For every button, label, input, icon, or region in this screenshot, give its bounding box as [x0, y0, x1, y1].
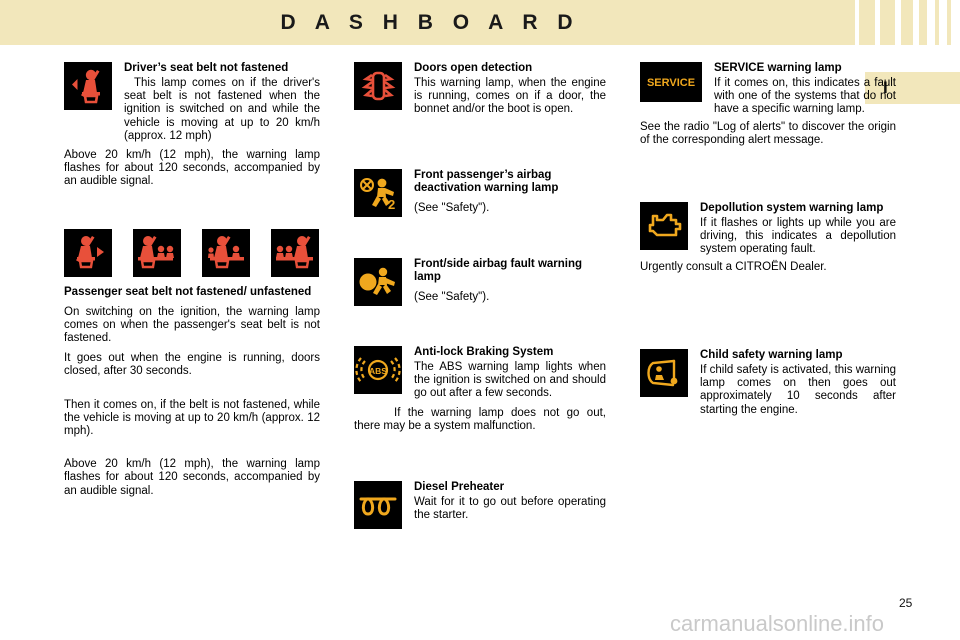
page-title: D A S H B O A R D [280, 10, 580, 34]
service-heading: SERVICE warning lamp [714, 62, 842, 74]
driver-belt-heading: Driver’s seat belt not fastened [124, 62, 289, 74]
driver-belt-para-1: This lamp comes on if the driver's seat … [124, 77, 320, 142]
depollution-heading: Depollution system warning lamp [700, 202, 884, 214]
column-1: Driver’s seat belt not fastened This lam… [64, 62, 320, 498]
passenger-airbag-deactivation-para-1: (See "Safety"). [414, 202, 490, 214]
child-safety-heading: Child safety warning lamp [700, 349, 843, 361]
diesel-preheater-para-1: Wait for it to go out before operating t… [414, 496, 606, 522]
doors-open-heading: Doors open detection [414, 62, 533, 74]
doors-open-para-1: This warning lamp, when the engine is ru… [414, 77, 606, 116]
passenger-belt-para-3: Then it comes on, if the belt is not fas… [64, 398, 320, 438]
passenger-belt-icon-1 [64, 228, 112, 277]
watermark: carmanualsonline.info [670, 611, 885, 636]
driver-belt-para-2: Above 20 km/h (12 mph), the warning lamp… [64, 149, 320, 188]
passenger-airbag-deactivation-heading: Front passenger’s airbag deactivation wa… [414, 169, 559, 194]
front-passenger-airbag-deactivation-icon: 2 [354, 169, 402, 217]
service-para-1: If it comes on, this indicates a fault w… [714, 77, 896, 116]
entry-doors-open-detection: Doors open detection This warning lamp, … [354, 62, 606, 157]
passenger-belt-icon-row [64, 228, 320, 277]
service-warning-lamp-icon: SERVICE [640, 62, 702, 102]
passenger-belt-icon-4 [271, 228, 319, 277]
airbag-fault-para-1: (See "Safety"). [414, 291, 490, 303]
depollution-para-2: Urgently consult a CITROËN Dealer. [640, 260, 827, 273]
entry-driver-seat-belt: Driver’s seat belt not fastened This lam… [64, 62, 320, 189]
depollution-system-warning-icon [640, 202, 688, 250]
child-safety-warning-lamp-icon [640, 349, 688, 397]
passenger-belt-icon-2 [133, 228, 181, 277]
entry-passenger-seat-belt: Passenger seat belt not fastened/ unfast… [64, 286, 320, 498]
entry-service-warning: SERVICE SERVICE warning lamp If it comes… [640, 62, 896, 170]
service-para-2: See the radio "Log of alerts" to discove… [640, 120, 896, 146]
page-number: 25 [899, 596, 913, 610]
passenger-belt-icon-3 [202, 228, 250, 277]
diesel-preheater-heading: Diesel Preheater [414, 481, 505, 494]
svg-text:ABS: ABS [369, 366, 387, 376]
column-3: SERVICE SERVICE warning lamp If it comes… [640, 62, 896, 429]
column-2: Doors open detection This warning lamp, … [354, 62, 606, 536]
entry-child-safety: Child safety warning lamp If child safet… [640, 349, 896, 429]
entry-diesel-preheater: Diesel Preheater Wait for it to go out b… [354, 481, 606, 536]
entry-depollution: Depollution system warning lamp If it fl… [640, 202, 896, 302]
driver-seat-belt-not-fastened-icon [64, 62, 112, 110]
front-side-airbag-fault-icon [354, 258, 402, 306]
svg-text:SERVICE: SERVICE [647, 77, 695, 89]
passenger-belt-heading: Passenger seat belt not fastened/ unfast… [64, 285, 312, 298]
entry-airbag-fault: Front/side airbag fault warning lamp (Se… [354, 258, 606, 318]
entry-abs: ABS Anti-lock Braking System The ABS war… [354, 346, 606, 433]
depollution-para-1: If it flashes or lights up while you are… [700, 217, 896, 256]
passenger-belt-para-1: On switching on the ignition, the warnin… [64, 305, 320, 345]
entry-passenger-airbag-deactivation: 2 Front passenger’s airbag deactivation … [354, 169, 606, 239]
doors-open-detection-icon [354, 62, 402, 110]
anti-lock-braking-system-icon: ABS [354, 346, 402, 394]
passenger-belt-para-4: Above 20 km/h (12 mph), the warning lamp… [64, 458, 320, 497]
page-header: D A S H B O A R D [0, 0, 960, 45]
child-safety-para-1: If child safety is activated, this warni… [700, 364, 896, 416]
passenger-belt-para-2: It goes out when the engine is running, … [64, 352, 320, 378]
header-stripe-decoration [838, 0, 960, 45]
svg-text:2: 2 [388, 197, 395, 212]
abs-para-1: The ABS warning lamp lights when the ign… [414, 361, 606, 400]
abs-para-2: If the warning lamp does not go out, the… [354, 406, 606, 432]
abs-heading: Anti-lock Braking System [414, 346, 554, 358]
diesel-preheater-icon [354, 481, 402, 530]
airbag-fault-heading: Front/side airbag fault warning lamp [414, 258, 583, 283]
